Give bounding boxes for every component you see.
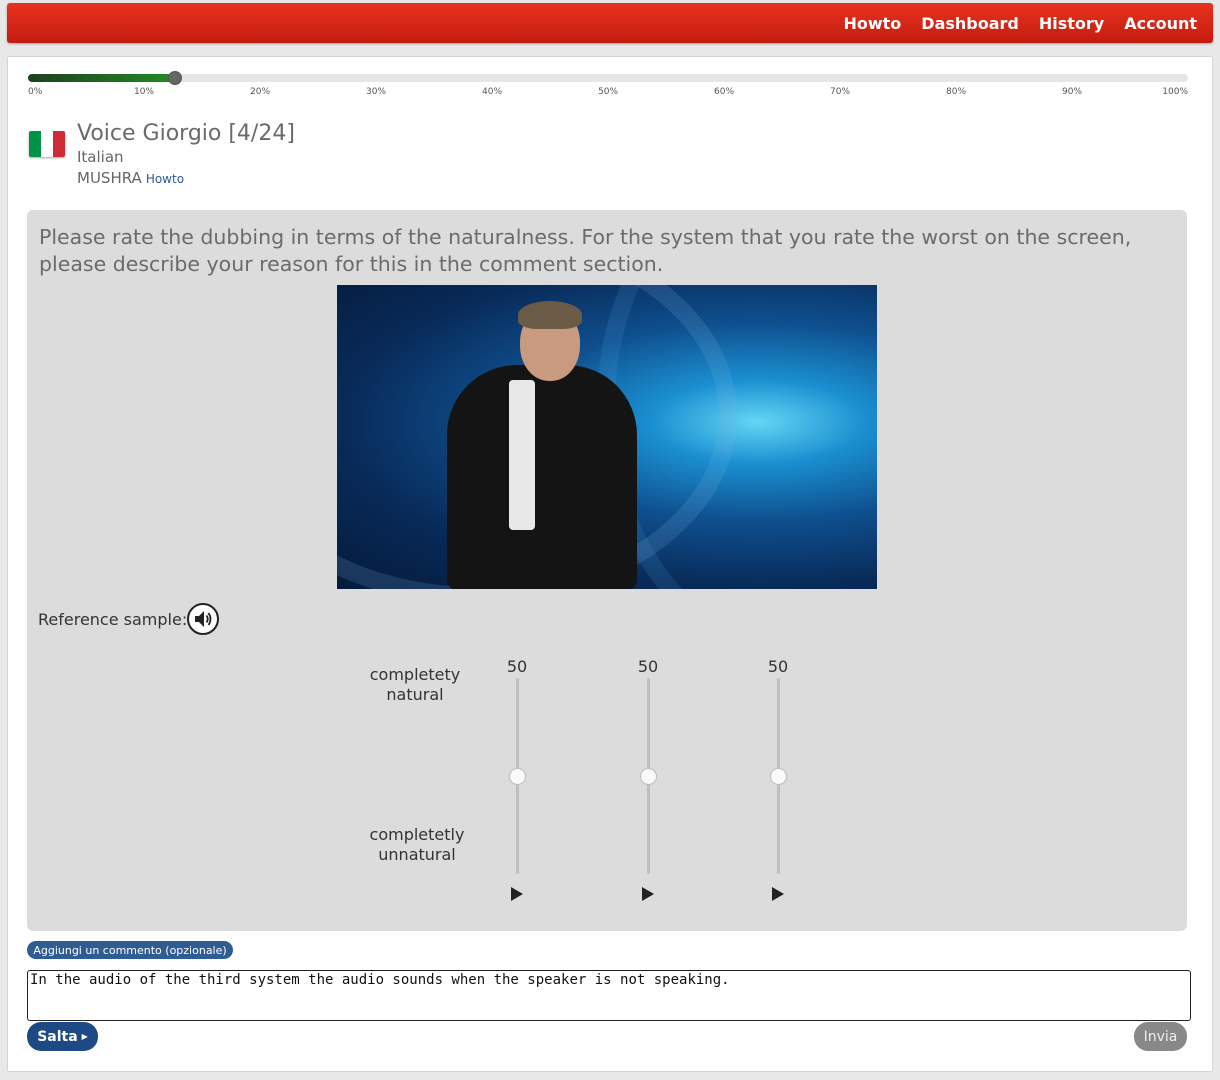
reference-sample-label: Reference sample: <box>38 610 188 629</box>
nav-dashboard[interactable]: Dashboard <box>911 14 1029 33</box>
add-comment-button[interactable]: Aggiungi un commento (opzionale) <box>27 941 233 959</box>
progress-tick: 50% <box>597 87 619 97</box>
nav-history[interactable]: History <box>1029 14 1114 33</box>
rating-slider-1: 50 <box>497 657 537 907</box>
speaker-icon <box>195 611 212 627</box>
progress-tick: 80% <box>945 87 967 97</box>
progress-bar <box>28 71 1188 85</box>
speaker-figure <box>447 365 637 589</box>
progress-tick: 100% <box>1162 87 1188 97</box>
arrow-right-icon: ▶ <box>81 1031 88 1041</box>
slider-thumb[interactable] <box>640 768 657 785</box>
slider-value: 50 <box>506 657 528 676</box>
nav-account[interactable]: Account <box>1114 14 1207 33</box>
howto-link[interactable]: Howto <box>146 172 184 186</box>
progress-tick: 70% <box>829 87 851 97</box>
reference-audio-button[interactable] <box>187 603 219 635</box>
slider-value: 50 <box>767 657 789 676</box>
italian-flag-icon <box>29 131 65 157</box>
nav-howto[interactable]: Howto <box>833 14 911 33</box>
skip-button[interactable]: Salta ▶ <box>27 1022 98 1051</box>
top-navbar: Howto Dashboard History Account <box>7 3 1213 43</box>
play-icon[interactable] <box>772 887 784 901</box>
slider-thumb[interactable] <box>509 768 526 785</box>
slider-value: 50 <box>637 657 659 676</box>
progress-tick: 10% <box>133 87 155 97</box>
progress-tick: 0% <box>28 87 43 97</box>
progress-fill <box>28 74 176 82</box>
mode-text: MUSHRA <box>77 169 142 187</box>
video-player[interactable] <box>337 285 877 589</box>
rating-slider-2: 50 <box>628 657 668 907</box>
skip-label: Salta <box>37 1028 78 1045</box>
instruction-text: Please rate the dubbing in terms of the … <box>39 225 1132 276</box>
slider-thumb[interactable] <box>770 768 787 785</box>
play-icon[interactable] <box>642 887 654 901</box>
progress-tick: 20% <box>249 87 271 97</box>
mode-label: MUSHRA Howto <box>77 169 184 187</box>
play-icon[interactable] <box>511 887 523 901</box>
language-label: Italian <box>77 148 124 166</box>
progress-tick: 60% <box>713 87 735 97</box>
comment-field[interactable]: In the audio of the third system the aud… <box>27 970 1191 1021</box>
submit-button[interactable]: Invia <box>1134 1022 1187 1051</box>
progress-tick: 30% <box>365 87 387 97</box>
rating-slider-3: 50 <box>758 657 798 907</box>
progress-tick: 90% <box>1061 87 1083 97</box>
progress-ticks: 0% 10% 20% 30% 40% 50% 60% 70% 80% 90% 1… <box>28 87 1188 101</box>
scale-top-label: completety natural <box>369 665 461 704</box>
progress-tick: 40% <box>481 87 503 97</box>
page-title: Voice Giorgio [4/24] <box>77 121 295 146</box>
scale-bottom-label: completetly unnatural <box>369 825 465 864</box>
